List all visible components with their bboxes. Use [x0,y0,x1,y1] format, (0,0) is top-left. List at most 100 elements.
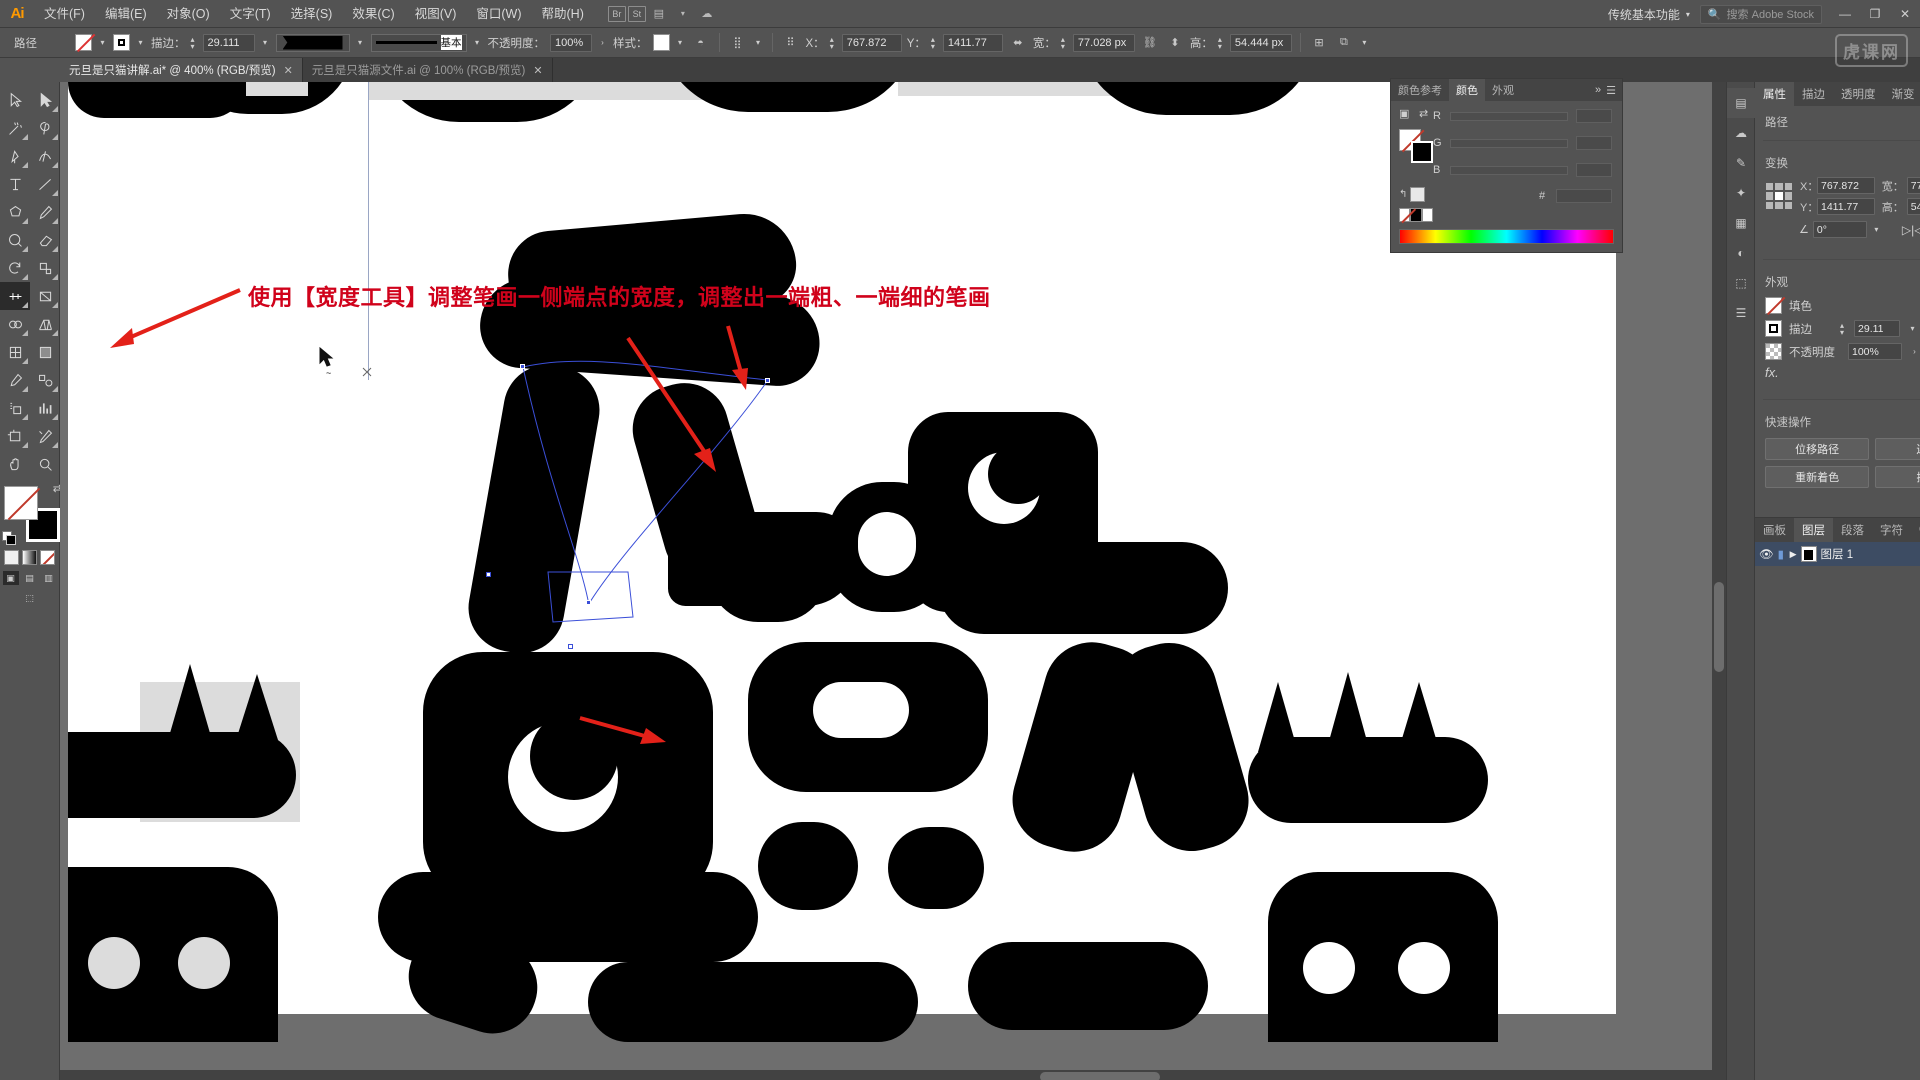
appearance-stroke-row[interactable]: 描边 ▴ ▾ 29.11 ▾ [1755,317,1920,340]
layer-row[interactable]: 👁 ▮ ▶ 图层 1 ◎ ◻ [1755,542,1920,566]
width-profile-chevron-down-icon[interactable]: ▾ [355,38,366,47]
tab-color[interactable]: 颜色 [1449,79,1485,101]
chevron-down-icon[interactable]: ▾ [672,4,694,24]
path-anchor-point[interactable] [586,600,591,605]
g-slider[interactable] [1450,138,1568,148]
opacity-flyout-icon[interactable]: › [1909,347,1920,356]
x-input[interactable]: 767.872 [1817,177,1875,194]
arrange-button[interactable]: 排列 [1875,466,1920,488]
reference-point-selector[interactable] [1766,183,1792,209]
angle-input[interactable]: 0° [1812,221,1867,238]
free-transform-tool[interactable] [30,282,60,310]
line-segment-tool[interactable] [30,170,60,198]
bridge-icon[interactable]: Br [607,5,626,22]
swatches-rail-icon[interactable]: ▦ [1727,208,1755,238]
color-spectrum-bar[interactable] [1399,229,1614,244]
artboard-tool[interactable] [0,422,30,450]
perspective-grid-tool[interactable] [30,310,60,338]
w-stepper[interactable]: ▴ ▾ [1061,35,1065,50]
recolor-artwork-icon[interactable]: ◓ [691,33,711,53]
y-input[interactable]: 1411.77 [1817,198,1875,215]
scale-tool[interactable] [30,254,60,282]
stroke-swatch[interactable] [1765,320,1782,337]
tab-layers[interactable]: 图层 [1794,518,1833,542]
artboard-surface[interactable]: ~ [68,82,1616,1045]
draw-behind-icon[interactable]: ▤ [22,571,38,585]
select-similar-icon[interactable]: ⧉ [1334,33,1354,53]
stroke-swatch[interactable] [1411,141,1433,163]
stock-search-input[interactable]: 🔍 搜索 Adobe Stock [1699,4,1822,24]
selection-tool[interactable] [0,86,30,114]
layers-list-empty-area[interactable] [1755,566,1920,1080]
tab-opentype[interactable]: OpenTyp [1911,518,1920,542]
menu-edit[interactable]: 编辑(E) [95,0,157,28]
tab-transparency[interactable]: 透明度 [1833,82,1884,106]
tab-artboards[interactable]: 画板 [1755,518,1794,542]
vertical-scrollbar-thumb[interactable] [1714,582,1724,672]
stroke-weight-input[interactable]: 29.11 [1854,320,1901,337]
swap-fill-stroke-icon[interactable]: ⇄ [1419,107,1428,120]
opacity-swatch[interactable] [1765,343,1782,360]
menu-object[interactable]: 对象(O) [157,0,220,28]
recolor-button[interactable]: 重新着色 [1765,466,1870,488]
minimize-button[interactable]: — [1830,0,1860,28]
blend-tool[interactable] [30,366,60,394]
menu-select[interactable]: 选择(S) [281,0,343,28]
brush-definition-select[interactable]: 基本 [370,33,467,52]
restore-button[interactable]: ❐ [1860,0,1890,28]
align-rail-icon[interactable]: ☰ [1727,298,1755,328]
appearance-opacity-row[interactable]: 不透明度 100% › [1755,340,1920,363]
direct-selection-tool[interactable] [30,86,60,114]
stroke-weight-input[interactable]: 29.111 [202,33,255,52]
w-input[interactable]: 77.028 p [1906,177,1920,194]
menu-effect[interactable]: 效果(C) [342,0,404,28]
menu-view[interactable]: 视图(V) [405,0,467,28]
stroke-weight-stepper[interactable]: ▴ ▾ [1840,321,1844,336]
opacity-flyout-icon[interactable]: › [597,38,608,47]
properties-rail-icon[interactable]: ▤ [1727,88,1755,118]
lasso-tool[interactable] [30,114,60,142]
align-chevron-down-icon[interactable]: ▾ [753,38,764,47]
menu-window[interactable]: 窗口(W) [466,0,531,28]
document-tab-1[interactable]: 元旦是只猫讲解.ai* @ 400% (RGB/预览) ✕ [60,58,303,82]
horizontal-scrollbar[interactable] [60,1070,1726,1080]
color-panel[interactable]: 颜色参考 颜色 外观 » ☰ ▣ ⇄ ↰ R G B # [1390,78,1623,253]
none-swatch[interactable] [1399,208,1416,223]
rotate-tool[interactable] [0,254,30,282]
collapse-icon[interactable]: » [1595,84,1601,96]
libraries-rail-icon[interactable]: ☁ [1727,118,1755,148]
zoom-tool[interactable] [30,450,60,478]
document-tab-2[interactable]: 元旦是只猫源文件.ai @ 100% (RGB/预览) ✕ [302,58,553,82]
tab-appearance[interactable]: 外观 [1485,79,1521,101]
vertical-scrollbar[interactable] [1712,82,1726,1070]
offset-path-button[interactable]: 位移路径 [1765,438,1870,460]
path-anchor-point[interactable] [520,364,525,369]
x-stepper[interactable]: ▴ ▾ [830,35,834,50]
draw-inside-icon[interactable]: ▥ [41,571,57,585]
tab-paragraph[interactable]: 段落 [1833,518,1872,542]
transform-rail-icon[interactable]: ⬚ [1727,268,1755,298]
layer-name[interactable]: 图层 1 [1821,546,1920,562]
shaper-tool[interactable] [0,226,30,254]
appearance-more-options[interactable]: ••• [1755,382,1920,393]
transform-reference-point-icon[interactable]: ⠿ [781,33,801,53]
select-similar-chevron-down-icon[interactable]: ▾ [1359,38,1370,47]
angle-chevron-down-icon[interactable]: ▾ [1871,225,1882,234]
join-button[interactable]: 连接 [1875,438,1920,460]
stroke-chevron-down-icon[interactable]: ▾ [135,38,146,47]
tab-gradient[interactable]: 渐变 [1884,82,1920,106]
appearance-fill-row[interactable]: 填色 [1755,294,1920,317]
opacity-input[interactable]: 100% [550,33,593,52]
eraser-tool[interactable] [30,226,60,254]
y-input[interactable]: 1411.77 [942,33,1003,52]
close-icon[interactable]: ✕ [284,64,293,77]
align-icon[interactable]: ⣿ [728,33,748,53]
fill-chevron-down-icon[interactable]: ▾ [97,38,108,47]
type-tool[interactable] [0,170,30,198]
mesh-tool[interactable] [0,338,30,366]
tab-properties[interactable]: 属性 [1755,82,1794,106]
width-profile-select[interactable] [275,33,350,52]
symbols-rail-icon[interactable]: ✦ [1727,178,1755,208]
stroke-weight-stepper[interactable]: ▴ ▾ [191,35,195,50]
constrain-proportions-icon[interactable]: ⛓ [1140,33,1160,53]
